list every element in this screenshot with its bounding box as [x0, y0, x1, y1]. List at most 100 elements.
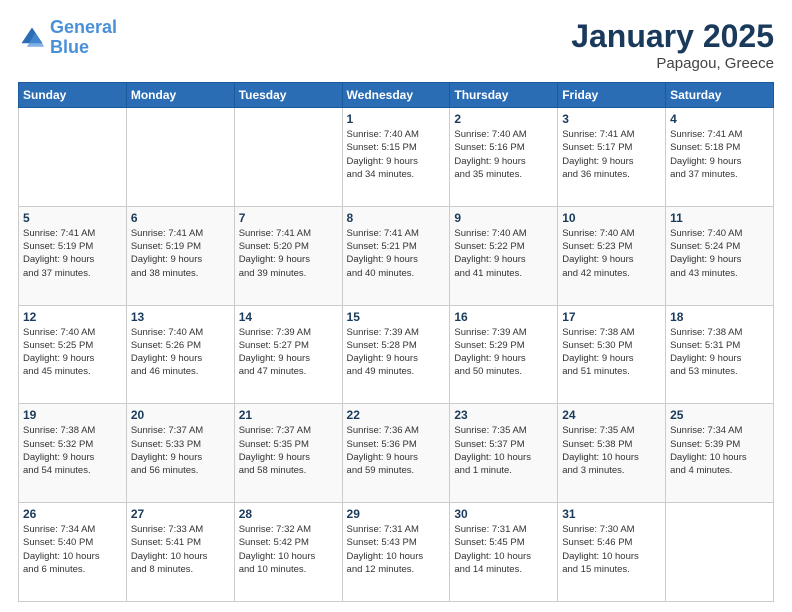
day-header-thursday: Thursday	[450, 83, 558, 108]
day-number: 4	[670, 112, 769, 126]
day-info: Sunrise: 7:38 AM Sunset: 5:31 PM Dayligh…	[670, 326, 769, 379]
day-number: 29	[347, 507, 446, 521]
day-number: 31	[562, 507, 661, 521]
calendar-cell: 2Sunrise: 7:40 AM Sunset: 5:16 PM Daylig…	[450, 108, 558, 207]
day-info: Sunrise: 7:37 AM Sunset: 5:33 PM Dayligh…	[131, 424, 230, 477]
calendar-cell: 23 Sunrise: 7:35 AM Sunset: 5:37 PM Dayli…	[450, 404, 558, 503]
calendar-week-row: 26 Sunrise: 7:34 AM Sunset: 5:40 PM Dayli…	[19, 503, 774, 602]
logo-line1: General	[50, 17, 117, 37]
day-number: 21	[239, 408, 338, 422]
day-number: 16	[454, 310, 553, 324]
calendar-cell: 24 Sunrise: 7:35 AM Sunset: 5:38 PM Dayli…	[558, 404, 666, 503]
header: General Blue January 2025 Papagou, Greec…	[18, 18, 774, 72]
calendar-cell: 8 Sunrise: 7:41 AM Sunset: 5:21 PM Daylig…	[342, 206, 450, 305]
logo-text: General Blue	[50, 18, 117, 58]
day-info: Sunrise: 7:35 AM Sunset: 5:38 PM Dayligh…	[562, 424, 661, 477]
day-header-friday: Friday	[558, 83, 666, 108]
day-number: 22	[347, 408, 446, 422]
calendar-cell: 27 Sunrise: 7:33 AM Sunset: 5:41 PM Dayli…	[126, 503, 234, 602]
calendar-cell: 20 Sunrise: 7:37 AM Sunset: 5:33 PM Dayli…	[126, 404, 234, 503]
day-number: 8	[347, 211, 446, 225]
day-info: Sunrise: 7:31 AM Sunset: 5:43 PM Dayligh…	[347, 523, 446, 576]
day-number: 15	[347, 310, 446, 324]
calendar-cell: 28 Sunrise: 7:32 AM Sunset: 5:42 PM Dayli…	[234, 503, 342, 602]
day-info: Sunrise: 7:35 AM Sunset: 5:37 PM Dayligh…	[454, 424, 553, 477]
day-info: Sunrise: 7:34 AM Sunset: 5:40 PM Dayligh…	[23, 523, 122, 576]
page: General Blue January 2025 Papagou, Greec…	[0, 0, 792, 612]
day-number: 25	[670, 408, 769, 422]
day-info: Sunrise: 7:34 AM Sunset: 5:39 PM Dayligh…	[670, 424, 769, 477]
calendar-cell: 15Sunrise: 7:39 AM Sunset: 5:28 PM Dayli…	[342, 305, 450, 404]
day-info: Sunrise: 7:37 AM Sunset: 5:35 PM Dayligh…	[239, 424, 338, 477]
day-header-sunday: Sunday	[19, 83, 127, 108]
day-info: Sunrise: 7:40 AM Sunset: 5:26 PM Dayligh…	[131, 326, 230, 379]
day-number: 20	[131, 408, 230, 422]
day-number: 14	[239, 310, 338, 324]
day-header-wednesday: Wednesday	[342, 83, 450, 108]
calendar-cell	[666, 503, 774, 602]
day-number: 26	[23, 507, 122, 521]
calendar-cell: 18 Sunrise: 7:38 AM Sunset: 5:31 PM Dayli…	[666, 305, 774, 404]
calendar-cell	[126, 108, 234, 207]
day-info: Sunrise: 7:36 AM Sunset: 5:36 PM Dayligh…	[347, 424, 446, 477]
calendar-cell	[234, 108, 342, 207]
calendar-week-row: 19 Sunrise: 7:38 AM Sunset: 5:32 PM Dayli…	[19, 404, 774, 503]
calendar-cell: 29 Sunrise: 7:31 AM Sunset: 5:43 PM Dayli…	[342, 503, 450, 602]
calendar-cell: 25 Sunrise: 7:34 AM Sunset: 5:39 PM Dayli…	[666, 404, 774, 503]
calendar-cell: 9 Sunrise: 7:40 AM Sunset: 5:22 PM Daylig…	[450, 206, 558, 305]
day-number: 3	[562, 112, 661, 126]
calendar-cell: 4Sunrise: 7:41 AM Sunset: 5:18 PM Daylig…	[666, 108, 774, 207]
calendar-cell: 3Sunrise: 7:41 AM Sunset: 5:17 PM Daylig…	[558, 108, 666, 207]
calendar-week-row: 1 Sunrise: 7:40 AM Sunset: 5:15 PM Daylig…	[19, 108, 774, 207]
day-header-tuesday: Tuesday	[234, 83, 342, 108]
calendar-cell: 19 Sunrise: 7:38 AM Sunset: 5:32 PM Dayli…	[19, 404, 127, 503]
logo: General Blue	[18, 18, 117, 58]
day-number: 7	[239, 211, 338, 225]
location: Papagou, Greece	[571, 55, 774, 72]
day-info: Sunrise: 7:32 AM Sunset: 5:42 PM Dayligh…	[239, 523, 338, 576]
logo-icon	[18, 24, 46, 52]
day-info: Sunrise: 7:41 AM Sunset: 5:19 PM Dayligh…	[23, 227, 122, 280]
day-info: Sunrise: 7:40 AM Sunset: 5:25 PM Dayligh…	[23, 326, 122, 379]
day-number: 24	[562, 408, 661, 422]
day-number: 28	[239, 507, 338, 521]
day-header-saturday: Saturday	[666, 83, 774, 108]
logo-line2: Blue	[50, 37, 89, 57]
calendar-week-row: 12Sunrise: 7:40 AM Sunset: 5:25 PM Dayli…	[19, 305, 774, 404]
calendar-cell: 10 Sunrise: 7:40 AM Sunset: 5:23 PM Dayli…	[558, 206, 666, 305]
day-number: 18	[670, 310, 769, 324]
month-title: January 2025	[571, 18, 774, 55]
calendar-table: SundayMondayTuesdayWednesdayThursdayFrid…	[18, 82, 774, 602]
day-number: 30	[454, 507, 553, 521]
calendar-cell	[19, 108, 127, 207]
day-info: Sunrise: 7:41 AM Sunset: 5:21 PM Dayligh…	[347, 227, 446, 280]
day-info: Sunrise: 7:40 AM Sunset: 5:23 PM Dayligh…	[562, 227, 661, 280]
day-number: 9	[454, 211, 553, 225]
day-number: 6	[131, 211, 230, 225]
day-info: Sunrise: 7:38 AM Sunset: 5:32 PM Dayligh…	[23, 424, 122, 477]
day-info: Sunrise: 7:41 AM Sunset: 5:19 PM Dayligh…	[131, 227, 230, 280]
day-info: Sunrise: 7:38 AM Sunset: 5:30 PM Dayligh…	[562, 326, 661, 379]
day-number: 13	[131, 310, 230, 324]
calendar-cell: 11Sunrise: 7:40 AM Sunset: 5:24 PM Dayli…	[666, 206, 774, 305]
day-info: Sunrise: 7:41 AM Sunset: 5:20 PM Dayligh…	[239, 227, 338, 280]
day-number: 23	[454, 408, 553, 422]
day-info: Sunrise: 7:31 AM Sunset: 5:45 PM Dayligh…	[454, 523, 553, 576]
day-info: Sunrise: 7:33 AM Sunset: 5:41 PM Dayligh…	[131, 523, 230, 576]
day-number: 19	[23, 408, 122, 422]
calendar-header-row: SundayMondayTuesdayWednesdayThursdayFrid…	[19, 83, 774, 108]
calendar-cell: 12Sunrise: 7:40 AM Sunset: 5:25 PM Dayli…	[19, 305, 127, 404]
day-info: Sunrise: 7:40 AM Sunset: 5:22 PM Dayligh…	[454, 227, 553, 280]
day-number: 10	[562, 211, 661, 225]
day-info: Sunrise: 7:40 AM Sunset: 5:24 PM Dayligh…	[670, 227, 769, 280]
calendar-cell: 17Sunrise: 7:38 AM Sunset: 5:30 PM Dayli…	[558, 305, 666, 404]
calendar-cell: 6 Sunrise: 7:41 AM Sunset: 5:19 PM Daylig…	[126, 206, 234, 305]
calendar-cell: 16Sunrise: 7:39 AM Sunset: 5:29 PM Dayli…	[450, 305, 558, 404]
calendar-cell: 13 Sunrise: 7:40 AM Sunset: 5:26 PM Dayli…	[126, 305, 234, 404]
calendar-cell: 14Sunrise: 7:39 AM Sunset: 5:27 PM Dayli…	[234, 305, 342, 404]
day-info: Sunrise: 7:40 AM Sunset: 5:15 PM Dayligh…	[347, 128, 446, 181]
calendar-cell: 5Sunrise: 7:41 AM Sunset: 5:19 PM Daylig…	[19, 206, 127, 305]
day-number: 27	[131, 507, 230, 521]
calendar-cell: 30 Sunrise: 7:31 AM Sunset: 5:45 PM Dayli…	[450, 503, 558, 602]
day-number: 1	[347, 112, 446, 126]
